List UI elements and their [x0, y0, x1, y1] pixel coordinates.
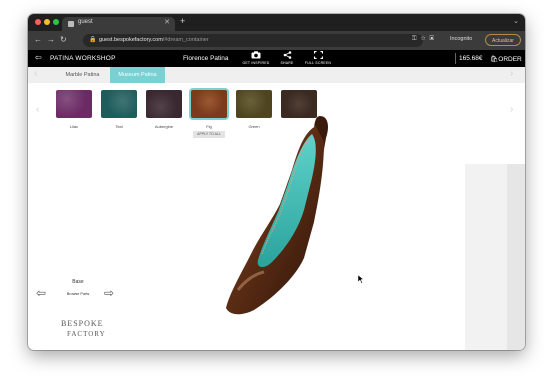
back-arrow-icon[interactable]: ⇦ [35, 53, 42, 62]
previous-part-arrow-icon[interactable]: ⇦ [36, 286, 46, 300]
next-part-arrow-icon[interactable]: ⇨ [104, 286, 114, 300]
favicon-icon [68, 21, 74, 27]
browser-tab[interactable]: guest ✕ [62, 17, 175, 31]
swatch-label-aubergine: Aubergine [154, 124, 174, 129]
right-side-panel [465, 164, 525, 350]
update-button[interactable]: Actualizar [485, 34, 521, 46]
swatch-aubergine[interactable] [146, 90, 182, 118]
forward-icon[interactable]: → [47, 35, 55, 44]
swatches-prev-icon[interactable]: ‹ [36, 104, 39, 115]
swatch-lilac[interactable] [56, 90, 92, 118]
lock-icon: 🔒 [89, 37, 97, 43]
pattern-tabs: ‹ Marble Patina Museum Patina › [28, 67, 525, 83]
swatch-label-teal: Teal [115, 124, 123, 129]
new-tab-button[interactable]: + [180, 16, 185, 26]
mouse-cursor-icon [358, 275, 364, 284]
part-title: Base [72, 279, 84, 285]
order-label: ORDER [498, 56, 522, 63]
close-window-button[interactable] [35, 19, 41, 25]
owner-name: Florence Patina [183, 55, 229, 62]
url-field[interactable]: 🔒 guest.bespokefactory.com/#dream_contai… [83, 34, 423, 47]
logo-line2: FACTORY [67, 330, 106, 338]
tab-marble-patina[interactable]: Marble Patina [55, 67, 110, 83]
close-tab-icon[interactable]: ✕ [164, 18, 170, 26]
url-path: /#dream_container [162, 37, 209, 43]
title-bar: guest ✕ + ⌄ [28, 14, 525, 31]
fullscreen-icon [300, 50, 336, 61]
swatch-teal[interactable] [101, 90, 137, 118]
tabs-prev-icon[interactable]: ‹ [34, 68, 37, 79]
reload-icon[interactable]: ↻ [60, 35, 67, 44]
incognito-label: Incognito [450, 36, 473, 42]
shoe-preview[interactable] [208, 112, 338, 320]
browse-parts-label: Browse Parts [66, 292, 90, 296]
minimize-window-button[interactable] [44, 19, 50, 25]
address-bar-row: ← → ↻ 🔒 guest.bespokefactory.com/#dream_… [28, 31, 525, 50]
tab-list-chevron-icon[interactable]: ⌄ [513, 17, 519, 25]
back-icon[interactable]: ← [34, 35, 42, 44]
swatches-next-icon[interactable]: › [510, 104, 513, 115]
tab-museum-patina[interactable]: Museum Patina [110, 67, 165, 83]
swatch-label-lilac: Lilac [69, 124, 79, 129]
site-header: ⇦ PATINA WORKSHOP Florence Patina GET IN… [28, 50, 525, 67]
logo-line1: BESPOKE [61, 319, 104, 328]
tabs-next-icon[interactable]: › [510, 68, 513, 79]
browser-action-icons[interactable]: ⚿☆▣ [412, 36, 438, 43]
tab-title: guest [78, 19, 93, 25]
right-panel-strip [507, 164, 525, 350]
browser-window: guest ✕ + ⌄ ← → ↻ 🔒 guest.bespokefactory… [28, 14, 525, 350]
price: 165.68€ [459, 55, 483, 62]
full-screen-label: FULL SCREEN [304, 61, 332, 65]
site-brand: PATINA WORKSHOP [50, 55, 116, 62]
zoom-window-button[interactable] [53, 19, 59, 25]
header-divider [455, 53, 456, 64]
order-button[interactable]: 🛍ORDER [490, 55, 522, 63]
url-host: guest.bespokefactory.com [99, 37, 163, 43]
full-screen-button[interactable]: FULL SCREEN [300, 50, 336, 66]
